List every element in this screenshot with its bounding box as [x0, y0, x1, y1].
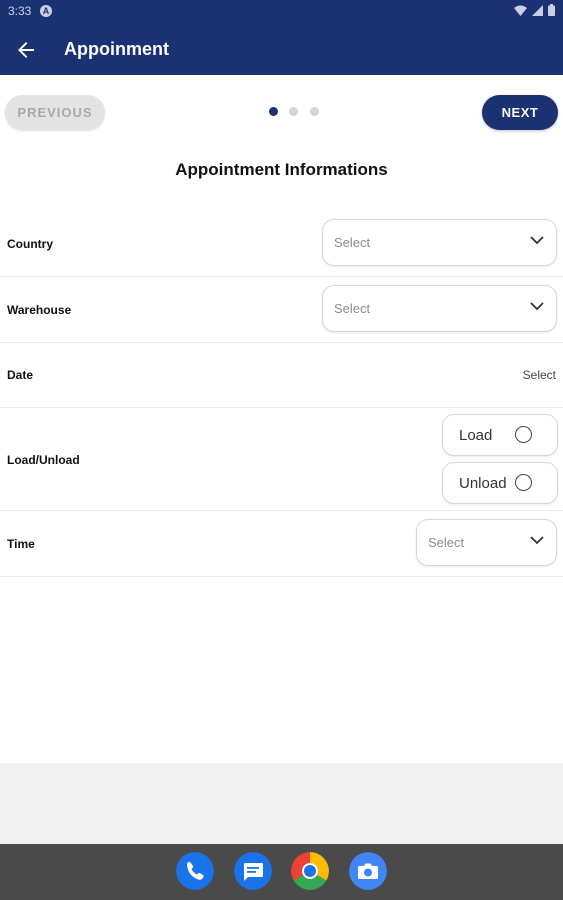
status-icons [514, 4, 555, 16]
country-label: Country [7, 237, 53, 251]
back-arrow-icon[interactable] [14, 38, 38, 62]
camera-icon[interactable] [349, 852, 387, 890]
previous-button[interactable]: PREVIOUS [5, 95, 105, 130]
page-title: Appoinment [64, 39, 169, 59]
form-heading: Appointment Informations [175, 160, 388, 179]
wifi-icon [514, 5, 527, 16]
warehouse-dropdown[interactable]: Select [322, 285, 557, 332]
country-placeholder: Select [334, 235, 371, 250]
messages-icon[interactable] [234, 852, 272, 890]
country-dropdown[interactable]: Select [322, 219, 557, 266]
status-bar: 3:33 A [0, 0, 563, 22]
system-dock [0, 844, 563, 900]
time-dropdown[interactable]: Select [416, 519, 557, 566]
date-row: Date Select [0, 343, 563, 408]
time-row: Time Select [0, 511, 563, 577]
status-time: 3:33 [8, 4, 32, 18]
phone-icon[interactable] [176, 852, 214, 890]
radio-unchecked-icon [515, 474, 532, 491]
load-option-label: Load [459, 427, 493, 444]
empty-footer-area [0, 763, 563, 844]
notification-a-icon: A [40, 5, 52, 17]
date-picker[interactable]: Select [523, 368, 556, 382]
country-row: Country Select [0, 211, 563, 277]
unload-radio-option[interactable]: Unload [442, 462, 558, 504]
unload-option-label: Unload [459, 475, 507, 492]
radio-unchecked-icon [515, 426, 532, 443]
load-unload-label: Load/Unload [7, 453, 80, 467]
warehouse-label: Warehouse [7, 303, 72, 317]
signal-icon [532, 4, 543, 16]
date-label: Date [7, 368, 34, 382]
load-unload-row: Load/Unload Load Unload [0, 408, 563, 511]
battery-icon [548, 4, 555, 16]
chevron-down-icon [530, 536, 544, 545]
chevron-down-icon [530, 236, 544, 245]
load-radio-option[interactable]: Load [442, 414, 558, 456]
chrome-icon[interactable] [291, 852, 329, 890]
page-indicator-dot-2 [289, 107, 298, 116]
time-label: Time [7, 537, 35, 551]
warehouse-row: Warehouse Select [0, 277, 563, 343]
next-button[interactable]: NEXT [482, 95, 558, 130]
time-placeholder: Select [428, 535, 465, 550]
page-indicator-dot-1 [269, 107, 278, 116]
app-bar: 3:33 A Appoinment [0, 0, 563, 75]
page-indicator-dot-3 [310, 107, 319, 116]
warehouse-placeholder: Select [334, 301, 371, 316]
chevron-down-icon [530, 302, 544, 311]
